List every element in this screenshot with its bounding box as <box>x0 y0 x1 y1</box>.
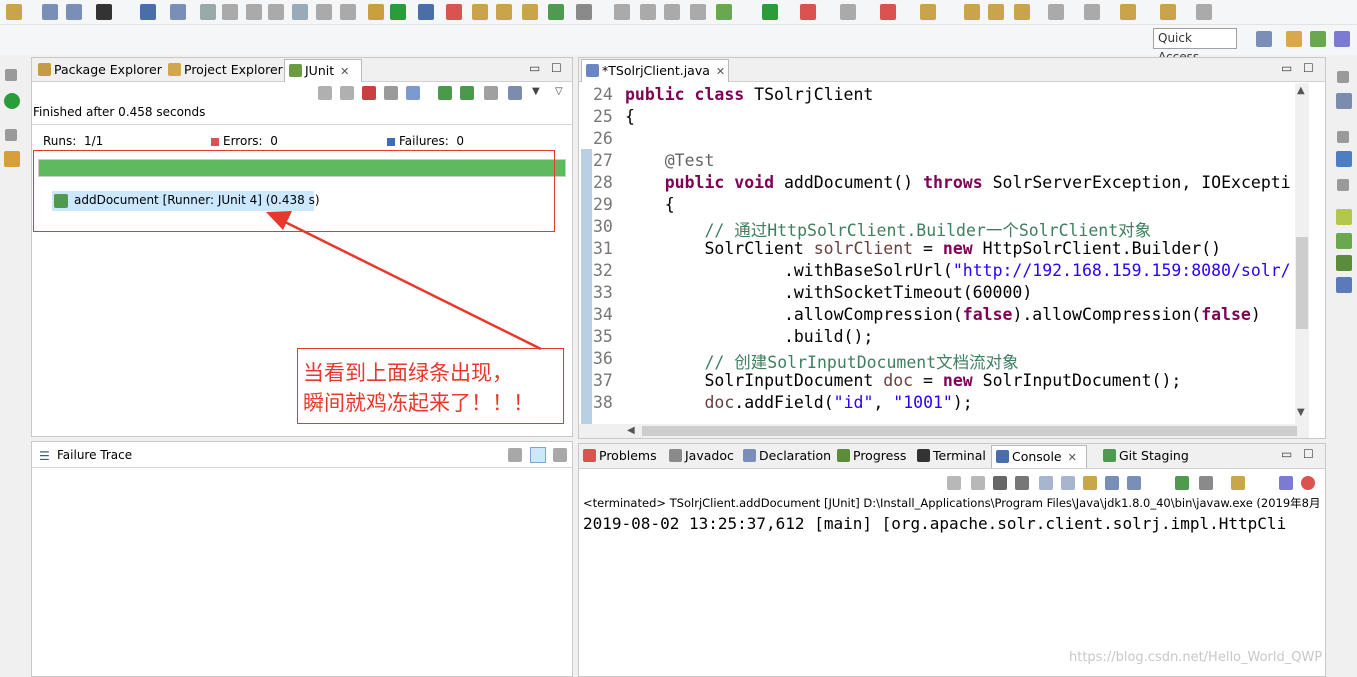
line-number: 38 <box>593 393 613 412</box>
remove-all-icon[interactable] <box>993 476 1007 490</box>
tab-progress[interactable]: Progress <box>833 445 911 468</box>
declaration-icon <box>743 449 756 462</box>
problems-icon <box>583 449 596 462</box>
java-file-icon <box>586 64 599 77</box>
editor-vscroll-thumb[interactable] <box>1296 237 1308 329</box>
close-icon[interactable]: ✕ <box>1068 451 1077 464</box>
eclipse-window: Quick Access Package Explorer <box>0 0 1357 677</box>
line-number: 30 <box>593 217 613 236</box>
clear-console-icon[interactable] <box>1015 476 1029 490</box>
tab-terminal[interactable]: Terminal <box>913 445 989 468</box>
open-console-icon[interactable] <box>1199 476 1213 490</box>
code-line[interactable]: .build(); <box>625 327 873 346</box>
tab-declaration[interactable]: Declaration <box>739 445 831 468</box>
remove-launch-icon[interactable] <box>971 476 985 490</box>
line-number: 26 <box>593 129 613 148</box>
tab-console[interactable]: Console ✕ <box>991 445 1087 468</box>
watermark: https://blog.csdn.net/Hello_World_QWP <box>1069 650 1323 665</box>
code-line[interactable]: .withSocketTimeout(60000) <box>625 283 1032 302</box>
failure-trace-header: ☰ Failure Trace <box>32 442 572 468</box>
copy-trace-icon[interactable] <box>553 448 567 462</box>
close-icon[interactable]: ✕ <box>716 65 725 78</box>
editor-tabbar: *TSolrjClient.java ✕ ▭ ☐ <box>579 58 1325 82</box>
line-number: 32 <box>593 261 613 280</box>
javadoc-icon <box>669 449 682 462</box>
scroll-up-icon[interactable]: ▲ <box>1297 85 1305 96</box>
line-number: 34 <box>593 305 613 324</box>
list-icon: ☰ <box>39 449 50 463</box>
console-output[interactable]: 2019-08-02 13:25:37,612 [main] [org.apac… <box>583 514 1323 533</box>
code-line[interactable]: .withBaseSolrUrl("http://192.168.159.159… <box>625 261 1291 280</box>
progress-icon <box>837 449 850 462</box>
code-line[interactable]: SolrInputDocument doc = new SolrInputDoc… <box>625 371 1181 390</box>
terminated-label: <terminated> TSolrjClient.addDocument [J… <box>583 496 1321 510</box>
terminal-icon <box>917 449 930 462</box>
code-area[interactable]: 24 public class TSolrjClient 25 {26 27 @Test… <box>579 83 1295 424</box>
compare-result-icon[interactable] <box>530 447 546 463</box>
console-view: Problems Javadoc Declaration Progress Te… <box>578 443 1326 677</box>
filter-stack-icon[interactable] <box>508 448 522 462</box>
editor-hscroll-thumb[interactable] <box>642 426 1297 436</box>
line-number: 28 <box>593 173 613 192</box>
git-staging-icon <box>1103 449 1116 462</box>
editor-minimize-button[interactable]: ▭ <box>1281 61 1292 75</box>
code-line[interactable]: .allowCompression(false).allowCompressio… <box>625 305 1261 324</box>
pin-console-icon[interactable] <box>1127 476 1141 490</box>
terminate-icon[interactable] <box>947 476 961 490</box>
code-line[interactable]: public class TSolrjClient <box>625 85 873 104</box>
tab-git-staging[interactable]: Git Staging <box>1099 445 1203 468</box>
bottom-tabbar: Problems Javadoc Declaration Progress Te… <box>579 444 1325 469</box>
line-number: 31 <box>593 239 613 258</box>
scroll-down-icon[interactable]: ▼ <box>1297 407 1305 418</box>
failure-trace-view: ☰ Failure Trace <box>31 441 573 677</box>
editor-hscrollbar[interactable]: ◀ <box>579 424 1309 438</box>
show-stdout-icon[interactable] <box>1083 476 1097 490</box>
console-maximize-button[interactable]: ☐ <box>1303 447 1314 461</box>
editor-view: *TSolrjClient.java ✕ ▭ ☐ 24 public class T… <box>578 57 1326 439</box>
change-ruler <box>581 149 592 424</box>
code-line[interactable]: SolrClient solrClient = new HttpSolrClie… <box>625 239 1221 258</box>
console-minimize-button[interactable]: ▭ <box>1281 447 1292 461</box>
line-number: 36 <box>593 349 613 368</box>
code-line[interactable]: doc.addField("id", "1001"); <box>625 393 972 412</box>
line-number: 24 <box>593 85 613 104</box>
code-line[interactable]: // 通过HttpSolrClient.Builder一个SolrClient对… <box>625 217 1151 241</box>
failure-trace-title: Failure Trace <box>57 448 133 462</box>
editor-vscrollbar[interactable]: ▲ ▼ <box>1295 83 1309 424</box>
console-toolbar <box>579 474 1325 492</box>
code-line[interactable]: { <box>625 195 675 214</box>
line-number: 29 <box>593 195 613 214</box>
tab-javadoc[interactable]: Javadoc <box>665 445 737 468</box>
code-line[interactable]: { <box>625 107 635 126</box>
code-line[interactable]: // 创建SolrInputDocument文档流对象 <box>625 349 1018 373</box>
new-console-icon[interactable] <box>1231 476 1245 490</box>
line-number: 33 <box>593 283 613 302</box>
line-number: 25 <box>593 107 613 126</box>
line-number: 37 <box>593 371 613 390</box>
display-selected-console-icon[interactable] <box>1175 476 1189 490</box>
editor-maximize-button[interactable]: ☐ <box>1303 61 1314 75</box>
line-number: 35 <box>593 327 613 346</box>
console-view-icon[interactable] <box>1279 476 1293 490</box>
console-icon <box>996 450 1009 463</box>
tab-tsolrjclient-java[interactable]: *TSolrjClient.java ✕ <box>581 59 729 82</box>
code-line[interactable]: @Test <box>625 151 715 170</box>
scroll-left-icon[interactable]: ◀ <box>627 425 635 436</box>
show-stderr-icon[interactable] <box>1105 476 1119 490</box>
line-number: 27 <box>593 151 613 170</box>
word-wrap-icon[interactable] <box>1061 476 1075 490</box>
console-a-icon[interactable] <box>1301 476 1315 490</box>
tab-problems[interactable]: Problems <box>579 445 663 468</box>
scroll-lock-console-icon[interactable] <box>1039 476 1053 490</box>
code-line[interactable]: public void addDocument() throws SolrSer… <box>625 173 1291 192</box>
